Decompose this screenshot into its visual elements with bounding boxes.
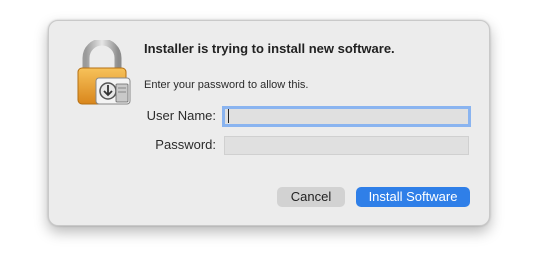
- username-field[interactable]: [222, 106, 471, 127]
- dialog-subtitle: Enter your password to allow this.: [144, 79, 309, 91]
- password-field[interactable]: [224, 136, 469, 155]
- username-label: User Name:: [146, 108, 216, 123]
- text-caret: [228, 109, 229, 123]
- install-software-button[interactable]: Install Software: [356, 187, 470, 207]
- lock-icon: [74, 38, 132, 106]
- dialog-title: Installer is trying to install new softw…: [144, 41, 395, 56]
- cancel-button[interactable]: Cancel: [277, 187, 345, 207]
- password-label: Password:: [155, 137, 216, 152]
